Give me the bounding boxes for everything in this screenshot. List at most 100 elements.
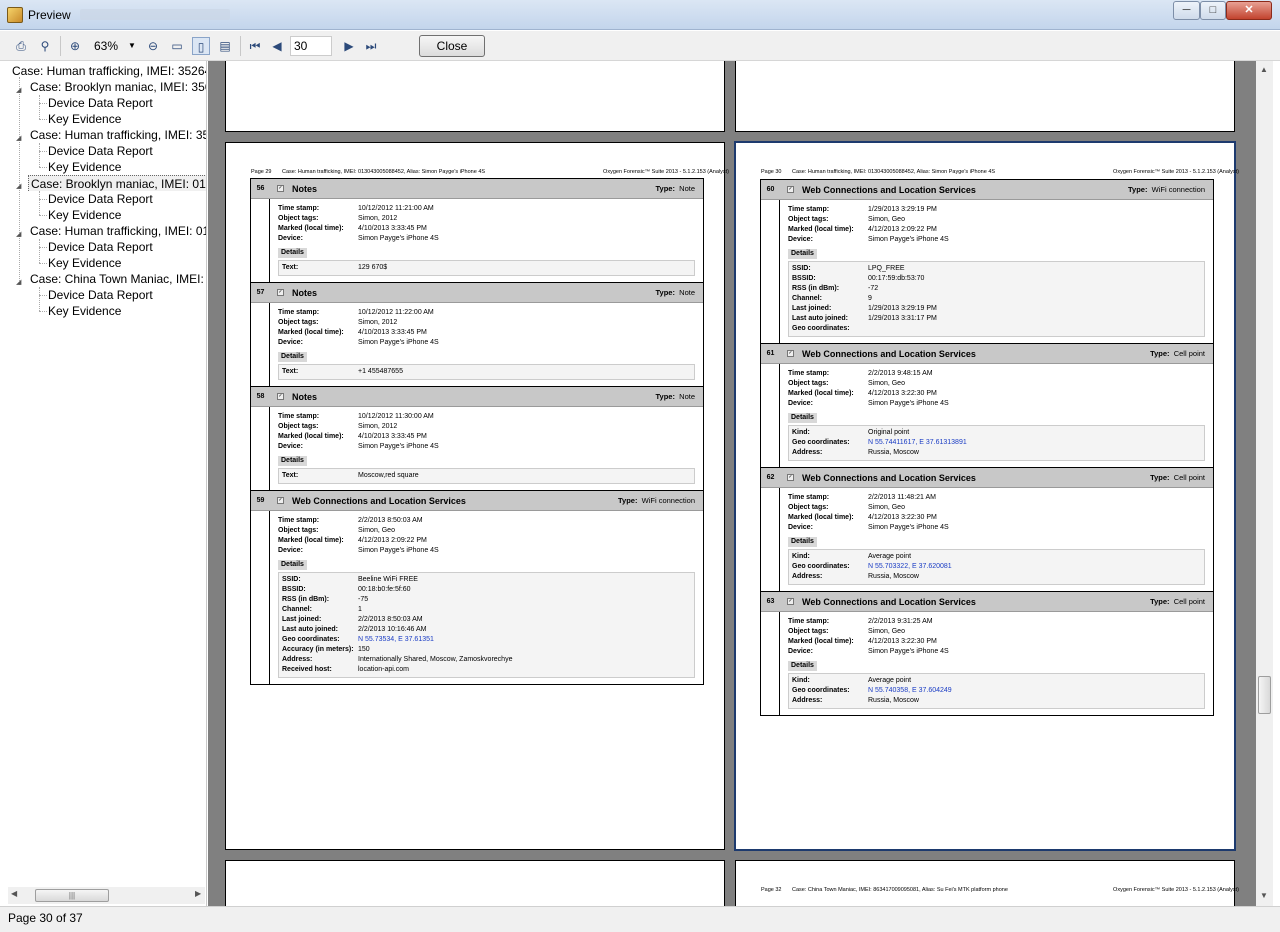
geo-link[interactable]: N 55.73534, E 37.61351 xyxy=(358,635,691,645)
record-mark-icon[interactable]: ✓ xyxy=(787,598,794,605)
two-pages-icon[interactable]: ▯ xyxy=(192,37,210,55)
first-page-icon[interactable]: ⏮ xyxy=(246,37,264,55)
tree-item-key-evidence[interactable]: Key Evidence xyxy=(48,207,121,223)
collapse-icon[interactable]: ◢ xyxy=(16,83,21,95)
scrollbar-thumb[interactable] xyxy=(1258,676,1271,714)
next-page-icon[interactable]: ▶ xyxy=(340,37,358,55)
field-value: Simon, Geo xyxy=(868,504,905,511)
chevron-down-icon[interactable]: ▼ xyxy=(128,37,136,55)
record-header: 58 ✓ Notes Type: Note xyxy=(251,387,703,407)
record-type-value: Cell point xyxy=(1173,597,1205,606)
record-type: Type: Note xyxy=(656,288,695,297)
field-value: 4/10/2013 3:33:45 PM xyxy=(358,225,427,232)
detail-value: 150 xyxy=(358,646,370,653)
last-page-icon[interactable]: ⏭ xyxy=(362,37,380,55)
report-page-32: Page 32 Case: China Town Maniac, IMEI: 8… xyxy=(735,860,1239,906)
collapse-icon[interactable]: ◢ xyxy=(16,275,21,287)
tree-line xyxy=(39,215,47,216)
report-page-30: Page 30 Case: Human trafficking, IMEI: 0… xyxy=(734,141,1239,851)
geo-link[interactable]: N 55.740358, E 37.604249 xyxy=(868,686,1201,696)
print-icon[interactable]: ⎙ xyxy=(12,37,30,55)
preview-vertical-scrollbar[interactable]: ▲ ▼ xyxy=(1256,61,1273,906)
field-value: 10/12/2012 11:22:00 AM xyxy=(358,309,434,316)
record-field: Object tags: Simon, Geo xyxy=(788,379,1213,389)
tree-item-device-data-report[interactable]: Device Data Report xyxy=(48,287,153,303)
record-mark-icon[interactable]: ✓ xyxy=(787,474,794,481)
details-label: Details xyxy=(788,661,817,671)
tree-item-device-data-report[interactable]: Device Data Report xyxy=(48,239,153,255)
detail-key: Last joined: xyxy=(282,616,322,623)
tree-item-key-evidence[interactable]: Key Evidence xyxy=(48,255,121,271)
tree-case-root[interactable]: Case: Human trafficking, IMEI: 3526470 xyxy=(0,63,206,79)
field-value: 4/12/2013 3:22:30 PM xyxy=(868,514,937,521)
record-header: 56 ✓ Notes Type: Note xyxy=(251,179,703,199)
detail-value: -75 xyxy=(358,596,369,603)
field-key: Object tags: xyxy=(788,380,829,387)
record-number: 58 xyxy=(256,393,265,400)
prev-page-icon[interactable]: ◀ xyxy=(268,37,286,55)
collapse-icon[interactable]: ◢ xyxy=(16,179,21,191)
tree-item-device-data-report[interactable]: Device Data Report xyxy=(48,95,153,111)
record-mark-icon[interactable]: ✓ xyxy=(277,289,284,296)
detail-field: SSID: LPQ_FREE xyxy=(792,264,1201,274)
report-record: 61 ✓ Web Connections and Location Services… xyxy=(761,344,1213,468)
field-value: 4/10/2013 3:33:45 PM xyxy=(358,329,427,336)
field-value: Simon, Geo xyxy=(868,216,905,223)
close-button[interactable]: Close xyxy=(419,35,485,57)
tree-item-key-evidence[interactable]: Key Evidence xyxy=(48,159,121,175)
detail-key: Kind: xyxy=(792,677,810,684)
record-mark-icon[interactable]: ✓ xyxy=(277,185,284,192)
tree-case-4[interactable]: ◢ Case: Human trafficking, IMEI: 0130 xyxy=(0,223,206,239)
record-header: 63 ✓ Web Connections and Location Services… xyxy=(761,592,1213,612)
tree-item-key-evidence[interactable]: Key Evidence xyxy=(48,303,121,319)
detail-key: Geo coordinates: xyxy=(282,636,340,643)
page-number-input[interactable] xyxy=(290,36,332,56)
minimize-button[interactable]: ─ xyxy=(1173,1,1200,20)
scrollbar-thumb[interactable]: ||| xyxy=(35,889,109,902)
record-mark-icon[interactable]: ✓ xyxy=(277,497,284,504)
geo-link[interactable]: N 55.703322, E 37.620081 xyxy=(868,562,1201,572)
tree-item-device-data-report[interactable]: Device Data Report xyxy=(48,191,153,207)
record-field: Marked (local time): 4/10/2013 3:33:45 PM xyxy=(278,224,703,234)
tree-case-2[interactable]: ◢ Case: Human trafficking, IMEI: 3526 xyxy=(0,127,206,143)
record-field: Device: Simon Payge's iPhone 4S xyxy=(788,647,1213,657)
tree-item-device-data-report[interactable]: Device Data Report xyxy=(48,143,153,159)
maximize-button[interactable]: □ xyxy=(1200,1,1226,20)
scroll-down-icon[interactable]: ▼ xyxy=(1260,891,1268,900)
field-value: 4/12/2013 3:22:30 PM xyxy=(868,638,937,645)
close-window-button[interactable]: ✕ xyxy=(1226,1,1272,20)
preview-area: Page 29 Case: Human trafficking, IMEI: 0… xyxy=(208,61,1263,906)
scroll-right-icon[interactable]: ▶ xyxy=(195,889,201,898)
collapse-icon[interactable]: ◢ xyxy=(16,131,21,143)
detail-key: Text: xyxy=(282,264,299,271)
detail-value: 129 670$ xyxy=(358,264,388,271)
record-mark-icon[interactable]: ✓ xyxy=(787,350,794,357)
details-label: Details xyxy=(788,249,817,259)
field-key: Object tags: xyxy=(788,216,829,223)
detail-key: Last auto joined: xyxy=(792,315,848,322)
geo-link[interactable]: N 55.74411617, E 37.61313891 xyxy=(868,438,1201,448)
scroll-left-icon[interactable]: ◀ xyxy=(11,889,17,898)
page-number: Page 32 xyxy=(761,887,782,893)
detail-value: Russia, Moscow xyxy=(868,697,919,704)
tree-horizontal-scrollbar[interactable]: ◀ ||| ▶ xyxy=(8,887,205,904)
record-mark-icon[interactable]: ✓ xyxy=(787,186,794,193)
tree-case-1[interactable]: ◢ Case: Brooklyn maniac, IMEI: 35629 xyxy=(0,79,206,95)
record-type: Type: Cell point xyxy=(1150,349,1205,358)
collapse-icon[interactable]: ◢ xyxy=(16,227,21,239)
field-key: Marked (local time): xyxy=(788,514,854,521)
record-mark-icon[interactable]: ✓ xyxy=(277,393,284,400)
title-bar: Preview ─ □ ✕ xyxy=(0,0,1280,30)
multi-page-icon[interactable]: ▤ xyxy=(216,37,234,55)
zoom-out-icon[interactable]: ⊖ xyxy=(144,37,162,55)
detail-field: Channel: 1 xyxy=(282,605,691,615)
tree-case-5[interactable]: ◢Case: China Town Maniac, IMEI: 863 xyxy=(0,271,206,287)
details-box: Text: Moscow,red square xyxy=(278,468,695,484)
toolbar-separator xyxy=(60,36,61,56)
zoom-in-icon[interactable]: ⊕ xyxy=(66,37,84,55)
tree-case-3-selected[interactable]: ◢Case: Brooklyn maniac, IMEI: 01215( xyxy=(0,175,206,191)
scroll-up-icon[interactable]: ▲ xyxy=(1260,65,1268,74)
tree-item-key-evidence[interactable]: Key Evidence xyxy=(48,111,121,127)
single-page-icon[interactable]: ▭ xyxy=(168,37,186,55)
find-icon[interactable]: ⚲ xyxy=(36,37,54,55)
